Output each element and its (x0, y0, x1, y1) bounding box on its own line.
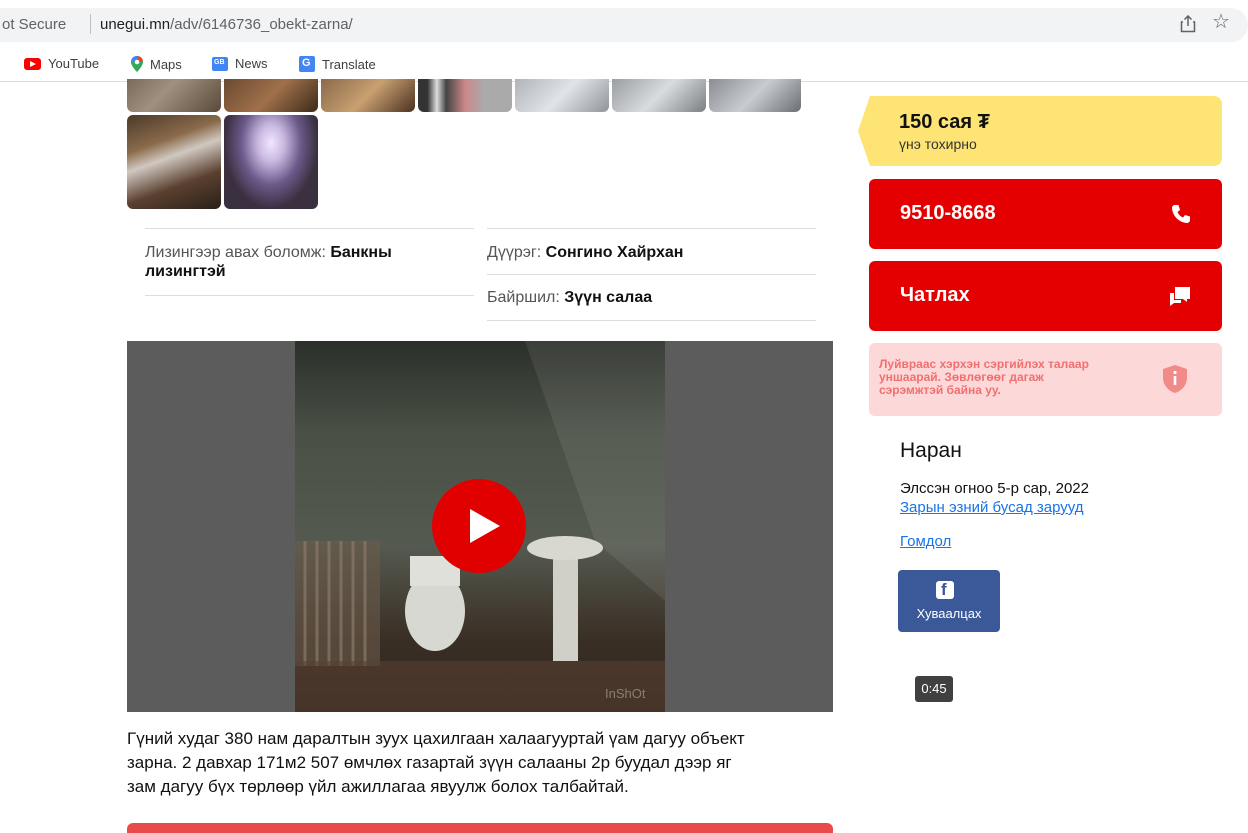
bookmark-label: YouTube (48, 56, 100, 71)
bookmarks-bar: YouTube Maps News Translate (0, 48, 1248, 82)
seller-joined-date: Элссэн огноо 5-р сар, 2022 (900, 480, 1089, 497)
bookmark-star-icon[interactable]: ☆ (1212, 12, 1230, 32)
attr-divider (145, 228, 474, 229)
bottom-action-bar[interactable] (127, 823, 833, 833)
gallery-thumbnail[interactable] (127, 115, 221, 209)
gallery-thumbnail[interactable] (321, 79, 415, 112)
share-label: Хуваалцах (916, 606, 982, 621)
bookmark-label: Translate (322, 56, 376, 72)
gallery-thumbnail[interactable] (224, 79, 318, 112)
facebook-icon (936, 580, 954, 600)
url-domain: unegui.mn (100, 16, 171, 33)
video-player[interactable]: InShOt 0:45 (127, 341, 953, 712)
chat-icon (1170, 287, 1190, 306)
gallery-thumbnail[interactable] (515, 79, 609, 112)
bookmark-maps[interactable]: Maps (131, 56, 182, 72)
attr-leasing-value: Банкны (330, 244, 392, 261)
phone-number: 9510-8668 (900, 202, 996, 224)
shield-icon (1163, 365, 1187, 393)
price-value: 150 сая ₮ (899, 111, 990, 133)
fraud-warning[interactable]: Луйвраас хэрхэн сэргийлэх талаар уншаара… (869, 343, 1222, 416)
attr-divider (145, 295, 474, 296)
url-text[interactable]: unegui.mn/adv/6146736_obekt-zarna/ (100, 16, 353, 33)
gallery-thumbnail[interactable] (224, 115, 318, 209)
attr-leasing: Лизингээр авах боломж: Банкны лизингтэй (145, 243, 465, 281)
share-icon[interactable] (1180, 15, 1196, 33)
attr-district-value: Сонгино Хайрхан (545, 244, 684, 261)
youtube-icon (24, 57, 41, 70)
price-note: үнэ тохирно (899, 136, 977, 152)
description-line: зам дагуу бүх төрлөөр үйл ажиллагаа явуу… (127, 777, 629, 796)
fraud-warning-text: Луйвраас хэрхэн сэргийлэх талаар уншаара… (879, 358, 1129, 397)
chat-label: Чатлах (900, 284, 970, 306)
phone-button[interactable]: 9510-8668 (869, 179, 1222, 249)
seller-other-ads-link[interactable]: Зарын эзний бусад зарууд (900, 499, 1084, 516)
bookmark-label: Maps (150, 56, 182, 72)
bookmark-youtube[interactable]: YouTube (24, 56, 99, 71)
gallery-thumbnail[interactable] (709, 79, 801, 112)
bookmark-translate[interactable]: Translate (299, 56, 376, 72)
attr-divider (487, 274, 816, 275)
phone-icon (1172, 205, 1190, 223)
complaint-link[interactable]: Гомдол (900, 533, 951, 550)
bookmark-news[interactable]: News (212, 56, 268, 71)
url-path: /adv/6146736_obekt-zarna/ (170, 16, 353, 33)
warning-line: уншаарай. Зөвлөгөөг дагаж (879, 370, 1044, 384)
video-duration: 0:45 (915, 676, 953, 702)
play-button[interactable] (432, 479, 526, 573)
facebook-share-button[interactable]: Хуваалцах (898, 570, 1000, 632)
description-line: Гүний худаг 380 нам даралтын зуух цахилг… (127, 729, 745, 748)
attr-location: Байршил: Зүүн салаа (487, 288, 652, 307)
attr-district-label: Дүүрэг: (487, 244, 542, 261)
seller-name: Наран (900, 439, 962, 462)
gallery-thumbnail[interactable] (127, 79, 221, 112)
attr-divider (487, 320, 816, 321)
attr-district: Дүүрэг: Сонгино Хайрхан (487, 243, 683, 262)
listing-description: Гүний худаг 380 нам даралтын зуух цахилг… (127, 727, 833, 799)
attr-leasing-value-2: лизингтэй (145, 263, 226, 280)
url-separator (90, 14, 91, 34)
gallery-thumbnail[interactable] (612, 79, 706, 112)
attr-leasing-label: Лизингээр авах боломж: (145, 244, 326, 261)
chat-button[interactable]: Чатлах (869, 261, 1222, 331)
translate-icon (299, 56, 315, 72)
address-bar-area: ot Secure unegui.mn/adv/6146736_obekt-za… (0, 0, 1248, 48)
description-line: зарна. 2 давхар 171м2 507 өмчлөх газарта… (127, 753, 732, 772)
gallery-thumbnail[interactable] (418, 79, 512, 112)
attr-location-label: Байршил: (487, 289, 560, 306)
warning-line: сэрэмжтэй байна уу. (879, 383, 1001, 397)
security-indicator[interactable]: ot Secure (2, 16, 66, 33)
attr-divider (487, 228, 816, 229)
attr-location-value: Зүүн салаа (564, 289, 653, 306)
news-icon (212, 56, 228, 71)
maps-icon (131, 56, 143, 72)
bookmark-label: News (235, 56, 268, 71)
video-watermark: InShOt (605, 686, 646, 701)
warning-line: Луйвраас хэрхэн сэргийлэх талаар (879, 357, 1089, 371)
page-content: Лизингээр авах боломж: Банкны лизингтэй … (0, 79, 1248, 833)
